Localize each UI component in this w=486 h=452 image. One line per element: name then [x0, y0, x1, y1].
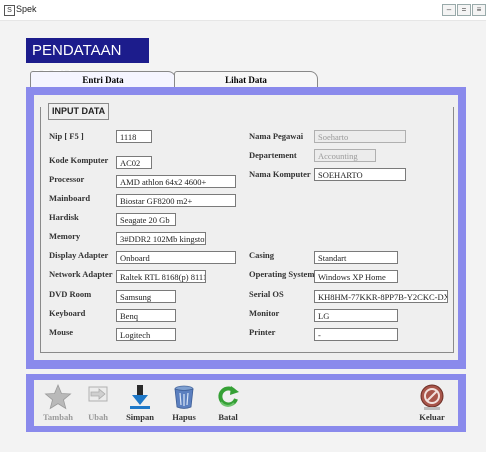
nama-pegawai-input: Soeharto	[314, 130, 406, 143]
processor-input[interactable]: AMD athlon 64x2 4600+	[116, 175, 236, 188]
star-icon	[44, 383, 72, 410]
printer-label: Printer	[249, 327, 276, 337]
nip-label: Nip [ F5 ]	[49, 131, 84, 141]
batal-button[interactable]: Batal	[210, 383, 246, 423]
mouse-input[interactable]: Logitech	[116, 328, 176, 341]
save-icon	[130, 385, 150, 409]
tab-entri-data[interactable]: Entri Data	[30, 71, 176, 88]
tambah-label: Tambah	[43, 412, 73, 422]
display-adapter-input[interactable]: Onboard	[116, 251, 236, 264]
kode-komputer-input[interactable]: AC02	[116, 156, 152, 169]
network-adapter-input[interactable]: Raltek RTL 8168(p) 8111c(	[116, 270, 206, 283]
keluar-button[interactable]: Keluar	[414, 383, 450, 423]
memory-label: Memory	[49, 231, 81, 241]
hapus-button[interactable]: Hapus	[166, 383, 202, 423]
monitor-input[interactable]: LG	[314, 309, 398, 322]
serial-os-input[interactable]: KH8HM-77KKR-8PP7B-Y2CKC-DXB1	[314, 290, 448, 303]
serial-os-label: Serial OS	[249, 289, 284, 299]
exit-icon	[420, 384, 444, 410]
casing-label: Casing	[249, 250, 275, 260]
window-title: Spek	[16, 4, 37, 14]
refresh-icon	[218, 386, 239, 407]
nama-komputer-input[interactable]: SOEHARTO	[314, 168, 406, 181]
mouse-label: Mouse	[49, 327, 74, 337]
dvd-room-label: DVD Room	[49, 289, 92, 299]
nama-pegawai-label: Nama Pegawai	[249, 131, 304, 141]
casing-input[interactable]: Standart	[314, 251, 398, 264]
tambah-button[interactable]: Tambah	[40, 383, 76, 423]
close-button[interactable]: ≡	[472, 4, 486, 16]
keyboard-input[interactable]: Benq	[116, 309, 176, 322]
nama-komputer-label: Nama Komputer	[249, 169, 311, 179]
network-adapter-label: Network Adapter	[49, 269, 113, 279]
dvd-room-input[interactable]: Samsung	[116, 290, 176, 303]
ubah-button[interactable]: Ubah	[80, 383, 116, 423]
hardisk-label: Hardisk	[49, 212, 79, 222]
edit-icon	[88, 386, 108, 402]
departement-input: Accounting	[314, 149, 376, 162]
nip-input[interactable]: 1118	[116, 130, 152, 143]
keluar-label: Keluar	[419, 412, 445, 422]
page-title: PENDATAAN SPEK	[26, 38, 149, 84]
ubah-label: Ubah	[88, 412, 108, 422]
memory-input[interactable]: 3#DDR2 102Mb kingston	[116, 232, 206, 245]
simpan-label: Simpan	[126, 412, 154, 422]
monitor-label: Monitor	[249, 308, 280, 318]
operating-system-label: Operating System	[249, 269, 315, 279]
mainboard-label: Mainboard	[49, 193, 91, 203]
batal-label: Batal	[218, 412, 238, 422]
operating-system-input[interactable]: Windows XP Home	[314, 270, 398, 283]
display-adapter-label: Display Adapter	[49, 250, 109, 260]
departement-label: Departement	[249, 150, 297, 160]
app-icon: S	[4, 5, 15, 16]
processor-label: Processor	[49, 174, 85, 184]
printer-input[interactable]: -	[314, 328, 398, 341]
trash-icon	[174, 385, 194, 409]
keyboard-label: Keyboard	[49, 308, 86, 318]
mainboard-input[interactable]: Biostar GF8200 m2+	[116, 194, 236, 207]
hardisk-input[interactable]: Seagate 20 Gb	[116, 213, 176, 226]
input-data-group-title: INPUT DATA	[48, 103, 110, 120]
maximize-button[interactable]: =	[457, 4, 471, 16]
kode-komputer-label: Kode Komputer	[49, 155, 109, 165]
simpan-button[interactable]: Simpan	[122, 383, 158, 423]
tab-lihat-data[interactable]: Lihat Data	[174, 71, 318, 88]
minimize-button[interactable]: –	[442, 4, 456, 16]
hapus-label: Hapus	[172, 412, 196, 422]
window-titlebar: S Spek – = ≡	[0, 0, 486, 21]
